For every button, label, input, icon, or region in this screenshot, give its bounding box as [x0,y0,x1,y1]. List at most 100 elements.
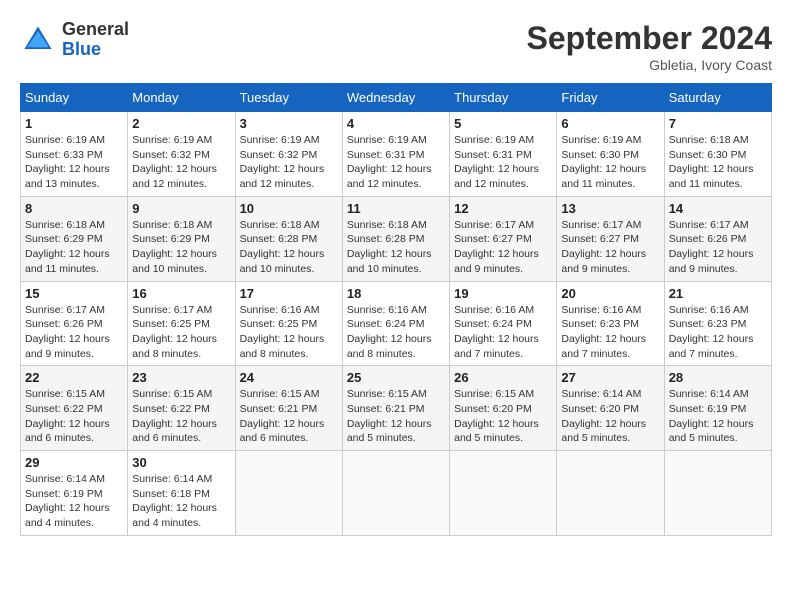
day-number: 8 [25,201,123,216]
day-info: Sunrise: 6:16 AM Sunset: 6:24 PM Dayligh… [454,303,552,362]
calendar-cell: 5 Sunrise: 6:19 AM Sunset: 6:31 PM Dayli… [450,112,557,197]
weekday-header: Sunday [21,84,128,112]
day-number: 27 [561,370,659,385]
calendar-cell: 14 Sunrise: 6:17 AM Sunset: 6:26 PM Dayl… [664,196,771,281]
day-number: 7 [669,116,767,131]
day-info: Sunrise: 6:16 AM Sunset: 6:24 PM Dayligh… [347,303,445,362]
day-number: 15 [25,286,123,301]
weekday-header: Monday [128,84,235,112]
day-info: Sunrise: 6:15 AM Sunset: 6:22 PM Dayligh… [25,387,123,446]
weekday-header: Wednesday [342,84,449,112]
calendar-cell: 23 Sunrise: 6:15 AM Sunset: 6:22 PM Dayl… [128,366,235,451]
day-info: Sunrise: 6:15 AM Sunset: 6:22 PM Dayligh… [132,387,230,446]
day-info: Sunrise: 6:16 AM Sunset: 6:25 PM Dayligh… [240,303,338,362]
calendar-cell: 17 Sunrise: 6:16 AM Sunset: 6:25 PM Dayl… [235,281,342,366]
calendar-cell: 21 Sunrise: 6:16 AM Sunset: 6:23 PM Dayl… [664,281,771,366]
calendar-cell: 2 Sunrise: 6:19 AM Sunset: 6:32 PM Dayli… [128,112,235,197]
logo-blue: Blue [62,39,101,59]
calendar-week-row: 22 Sunrise: 6:15 AM Sunset: 6:22 PM Dayl… [21,366,772,451]
day-info: Sunrise: 6:16 AM Sunset: 6:23 PM Dayligh… [561,303,659,362]
day-info: Sunrise: 6:19 AM Sunset: 6:33 PM Dayligh… [25,133,123,192]
day-info: Sunrise: 6:18 AM Sunset: 6:28 PM Dayligh… [347,218,445,277]
day-info: Sunrise: 6:17 AM Sunset: 6:25 PM Dayligh… [132,303,230,362]
day-number: 18 [347,286,445,301]
calendar-cell: 16 Sunrise: 6:17 AM Sunset: 6:25 PM Dayl… [128,281,235,366]
day-info: Sunrise: 6:14 AM Sunset: 6:19 PM Dayligh… [669,387,767,446]
calendar-cell: 30 Sunrise: 6:14 AM Sunset: 6:18 PM Dayl… [128,451,235,536]
weekday-header: Friday [557,84,664,112]
day-number: 30 [132,455,230,470]
day-number: 3 [240,116,338,131]
day-info: Sunrise: 6:15 AM Sunset: 6:20 PM Dayligh… [454,387,552,446]
day-info: Sunrise: 6:19 AM Sunset: 6:30 PM Dayligh… [561,133,659,192]
calendar-cell [235,451,342,536]
day-number: 28 [669,370,767,385]
day-number: 23 [132,370,230,385]
calendar-cell: 29 Sunrise: 6:14 AM Sunset: 6:19 PM Dayl… [21,451,128,536]
day-number: 1 [25,116,123,131]
location: Gbletia, Ivory Coast [527,57,772,73]
day-number: 2 [132,116,230,131]
day-number: 25 [347,370,445,385]
calendar-cell: 28 Sunrise: 6:14 AM Sunset: 6:19 PM Dayl… [664,366,771,451]
calendar-cell: 15 Sunrise: 6:17 AM Sunset: 6:26 PM Dayl… [21,281,128,366]
day-number: 16 [132,286,230,301]
weekday-header: Thursday [450,84,557,112]
day-info: Sunrise: 6:17 AM Sunset: 6:27 PM Dayligh… [561,218,659,277]
day-info: Sunrise: 6:19 AM Sunset: 6:32 PM Dayligh… [132,133,230,192]
weekday-header-row: SundayMondayTuesdayWednesdayThursdayFrid… [21,84,772,112]
title-area: September 2024 Gbletia, Ivory Coast [527,20,772,73]
calendar-cell: 13 Sunrise: 6:17 AM Sunset: 6:27 PM Dayl… [557,196,664,281]
day-info: Sunrise: 6:17 AM Sunset: 6:26 PM Dayligh… [25,303,123,362]
calendar-week-row: 8 Sunrise: 6:18 AM Sunset: 6:29 PM Dayli… [21,196,772,281]
logo-icon [20,22,56,58]
day-info: Sunrise: 6:19 AM Sunset: 6:31 PM Dayligh… [454,133,552,192]
calendar-cell [664,451,771,536]
day-number: 24 [240,370,338,385]
calendar-cell: 12 Sunrise: 6:17 AM Sunset: 6:27 PM Dayl… [450,196,557,281]
calendar-cell [557,451,664,536]
day-number: 21 [669,286,767,301]
calendar-cell: 18 Sunrise: 6:16 AM Sunset: 6:24 PM Dayl… [342,281,449,366]
logo-text: General Blue [62,20,129,60]
day-info: Sunrise: 6:14 AM Sunset: 6:19 PM Dayligh… [25,472,123,531]
calendar-cell: 11 Sunrise: 6:18 AM Sunset: 6:28 PM Dayl… [342,196,449,281]
calendar-cell: 22 Sunrise: 6:15 AM Sunset: 6:22 PM Dayl… [21,366,128,451]
day-number: 17 [240,286,338,301]
weekday-header: Tuesday [235,84,342,112]
calendar-cell: 3 Sunrise: 6:19 AM Sunset: 6:32 PM Dayli… [235,112,342,197]
calendar-cell: 1 Sunrise: 6:19 AM Sunset: 6:33 PM Dayli… [21,112,128,197]
day-number: 19 [454,286,552,301]
calendar-week-row: 29 Sunrise: 6:14 AM Sunset: 6:19 PM Dayl… [21,451,772,536]
day-info: Sunrise: 6:14 AM Sunset: 6:20 PM Dayligh… [561,387,659,446]
day-number: 22 [25,370,123,385]
day-info: Sunrise: 6:17 AM Sunset: 6:26 PM Dayligh… [669,218,767,277]
calendar-cell: 27 Sunrise: 6:14 AM Sunset: 6:20 PM Dayl… [557,366,664,451]
day-info: Sunrise: 6:15 AM Sunset: 6:21 PM Dayligh… [347,387,445,446]
day-info: Sunrise: 6:18 AM Sunset: 6:29 PM Dayligh… [132,218,230,277]
day-info: Sunrise: 6:18 AM Sunset: 6:30 PM Dayligh… [669,133,767,192]
calendar-cell: 8 Sunrise: 6:18 AM Sunset: 6:29 PM Dayli… [21,196,128,281]
calendar-cell [450,451,557,536]
day-number: 9 [132,201,230,216]
header: General Blue September 2024 Gbletia, Ivo… [20,20,772,73]
weekday-header: Saturday [664,84,771,112]
day-info: Sunrise: 6:18 AM Sunset: 6:28 PM Dayligh… [240,218,338,277]
day-info: Sunrise: 6:19 AM Sunset: 6:31 PM Dayligh… [347,133,445,192]
day-info: Sunrise: 6:16 AM Sunset: 6:23 PM Dayligh… [669,303,767,362]
calendar-cell: 26 Sunrise: 6:15 AM Sunset: 6:20 PM Dayl… [450,366,557,451]
day-number: 12 [454,201,552,216]
day-number: 10 [240,201,338,216]
calendar: SundayMondayTuesdayWednesdayThursdayFrid… [20,83,772,536]
month-title: September 2024 [527,20,772,57]
logo: General Blue [20,20,129,60]
day-number: 5 [454,116,552,131]
calendar-cell [342,451,449,536]
calendar-cell: 19 Sunrise: 6:16 AM Sunset: 6:24 PM Dayl… [450,281,557,366]
day-number: 13 [561,201,659,216]
day-info: Sunrise: 6:19 AM Sunset: 6:32 PM Dayligh… [240,133,338,192]
day-number: 29 [25,455,123,470]
calendar-cell: 9 Sunrise: 6:18 AM Sunset: 6:29 PM Dayli… [128,196,235,281]
calendar-cell: 6 Sunrise: 6:19 AM Sunset: 6:30 PM Dayli… [557,112,664,197]
day-info: Sunrise: 6:18 AM Sunset: 6:29 PM Dayligh… [25,218,123,277]
